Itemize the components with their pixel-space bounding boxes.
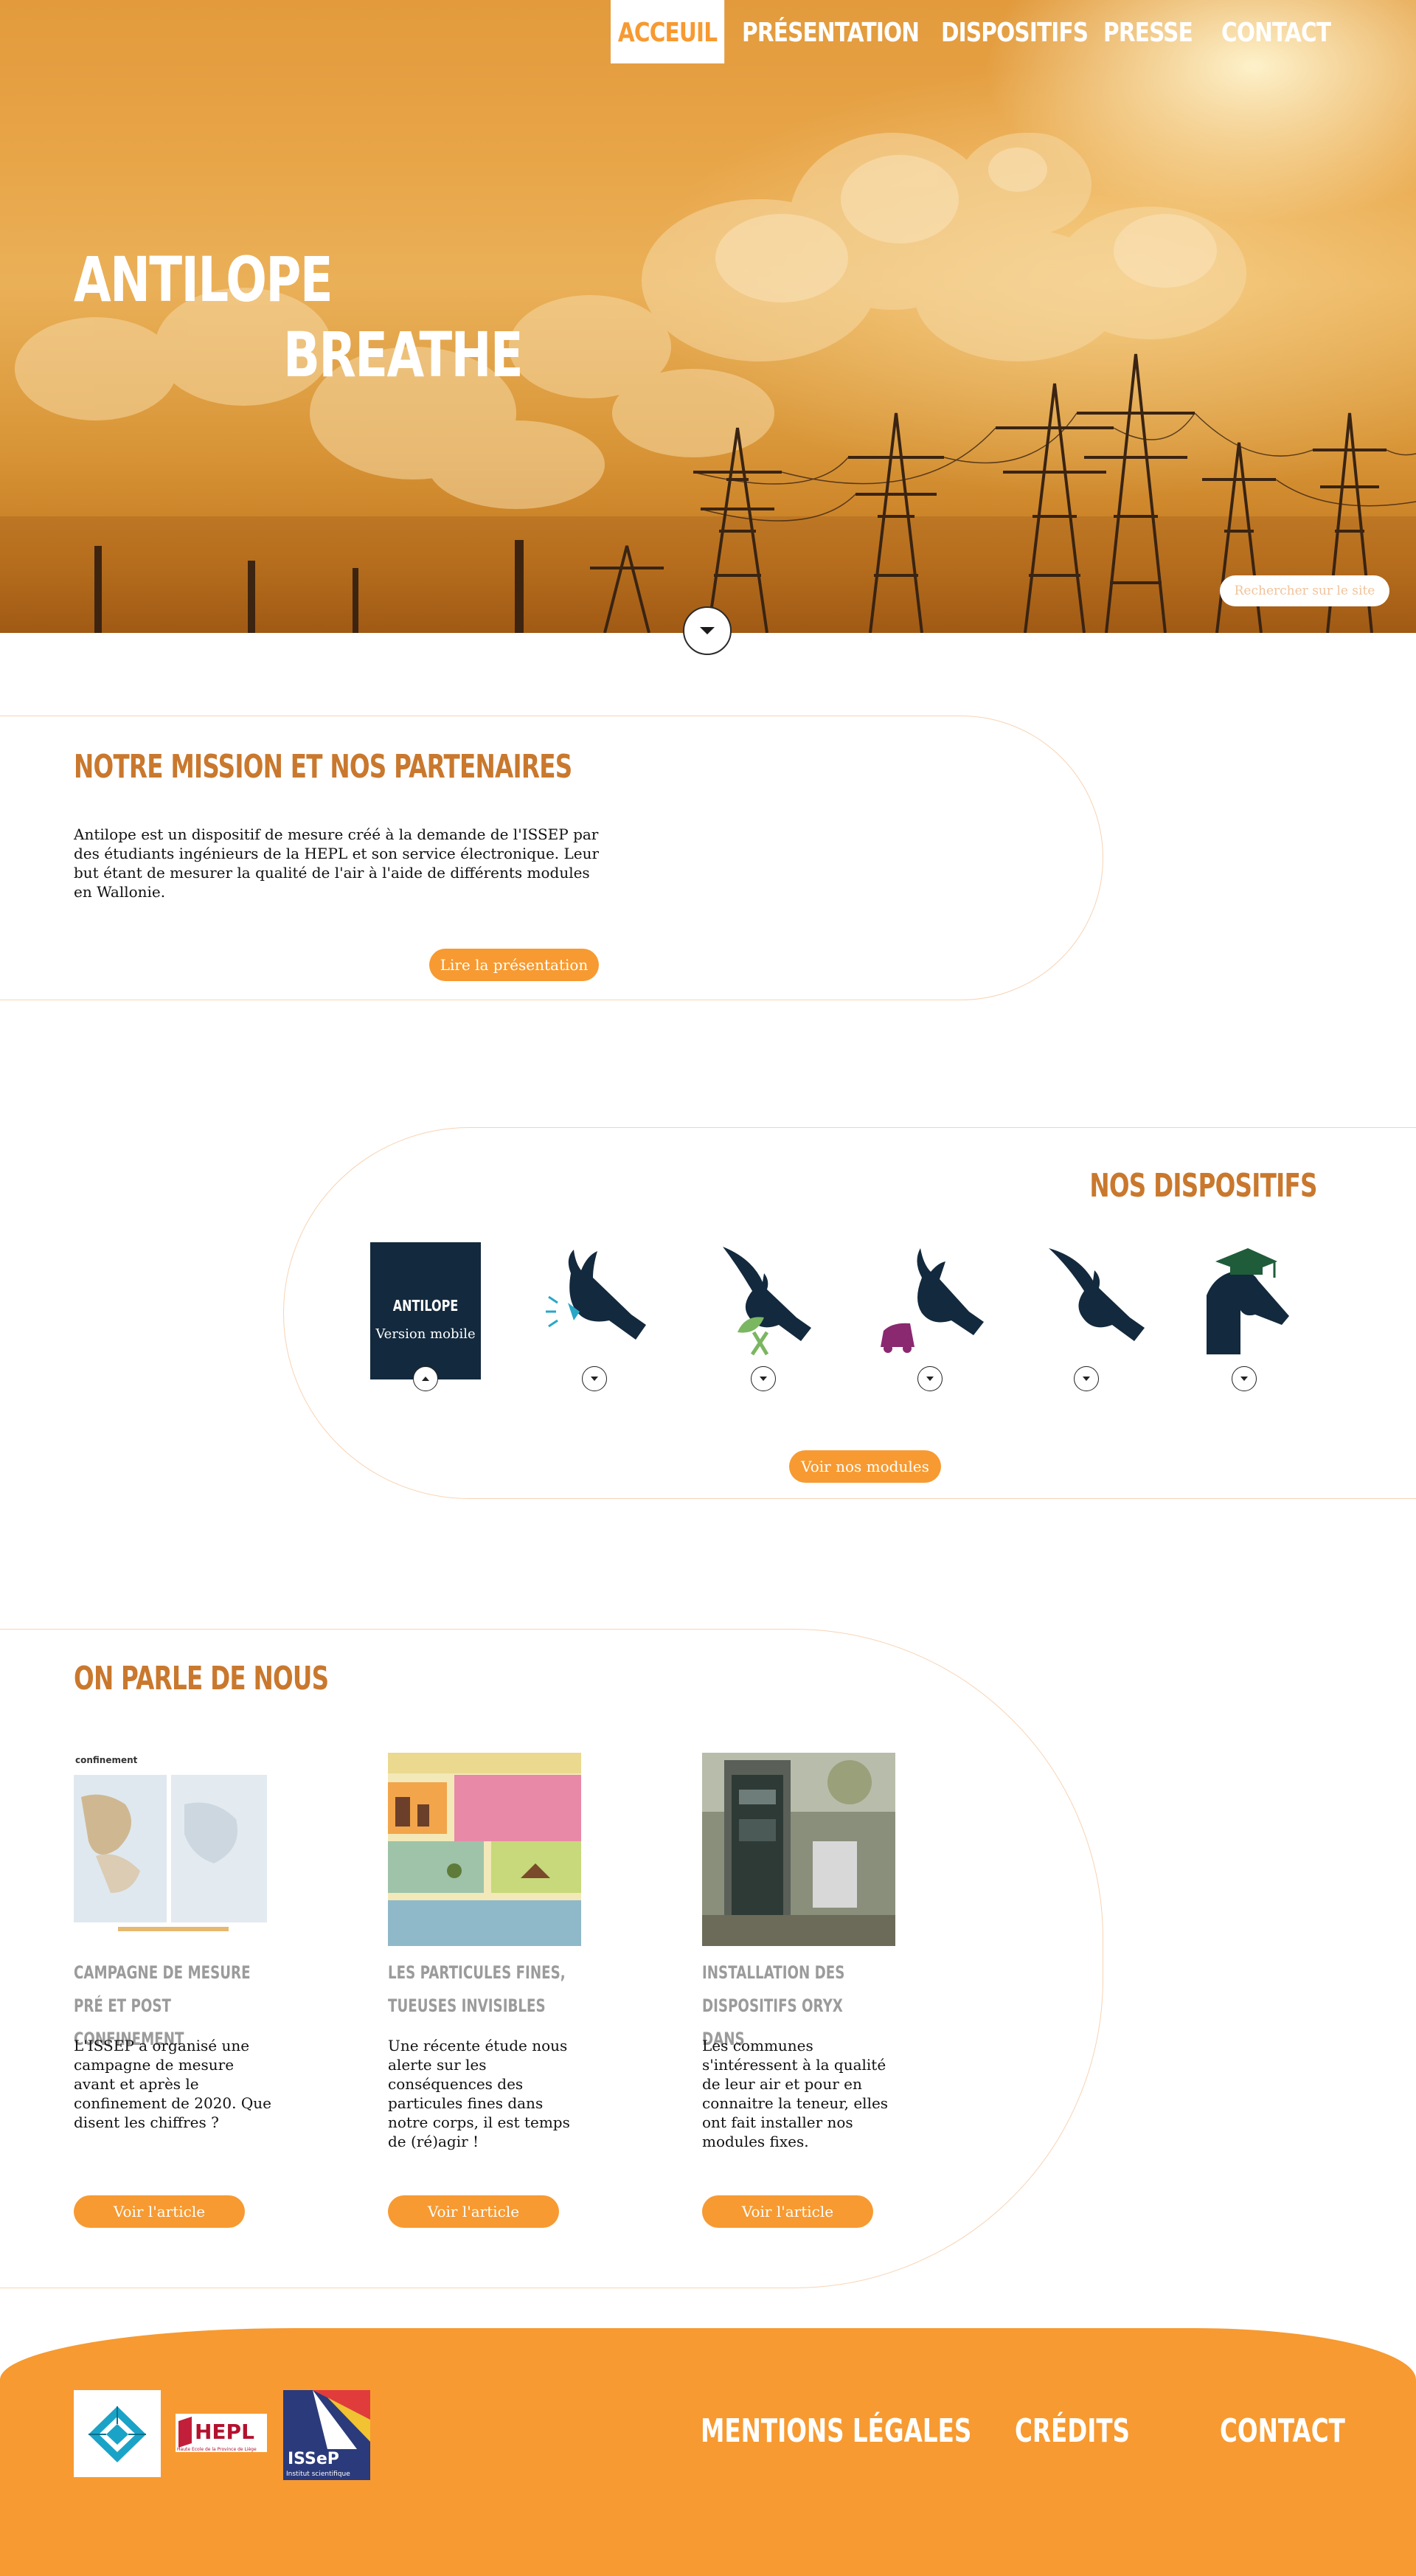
footer-link-contact[interactable]: CONTACT <box>1220 2412 1345 2450</box>
footer-link-legal[interactable]: MENTIONS LÉGALES <box>701 2412 971 2450</box>
nav-item-contact[interactable]: CONTACT <box>1221 0 1331 63</box>
view-article-button[interactable]: Voir l'article <box>388 2195 559 2228</box>
article-image-oryx-installation <box>702 1753 895 1946</box>
mission-title: NOTRE MISSION ET NOS PARTENAIRES <box>74 748 572 786</box>
issep-logo[interactable]: ISSeP Institut scientifique <box>283 2390 370 2480</box>
svg-text:Institut scientifique: Institut scientifique <box>286 2471 350 2478</box>
chevron-down-icon <box>926 1377 934 1381</box>
article-title[interactable]: LES PARTICULES FINES, TUEUSES INVISIBLES <box>388 1956 573 2023</box>
article-excerpt: L'ISSEP a organisé une campagne de mesur… <box>74 2037 271 2131</box>
expand-module-button[interactable] <box>751 1366 776 1391</box>
press-title: ON PARLE DE NOUS <box>74 1660 329 1697</box>
svg-text:ISSeP: ISSeP <box>288 2450 339 2468</box>
chevron-up-icon <box>422 1377 429 1381</box>
card-subtitle: Version mobile <box>375 1326 476 1342</box>
hepl-logo[interactable]: HEPL Haute Ecole de la Province de Liège <box>176 2414 267 2452</box>
antelope-graduate-icon[interactable] <box>1201 1244 1319 1362</box>
article-excerpt: Les communes s'intéressent à la qualité … <box>702 2037 889 2150</box>
svg-text:Haute Ecole de la Province de: Haute Ecole de la Province de Liège <box>177 2447 257 2452</box>
nav-item-accueil[interactable]: ACCEUIL <box>611 0 725 63</box>
antelope-megaphone-icon[interactable] <box>535 1244 653 1362</box>
expand-module-button[interactable] <box>582 1366 607 1391</box>
chevron-down-icon <box>700 627 715 634</box>
svg-text:HEPL: HEPL <box>195 2420 254 2444</box>
view-modules-button[interactable]: Voir nos modules <box>789 1450 941 1483</box>
oryx-icon[interactable] <box>1041 1244 1159 1362</box>
chevron-down-icon <box>1240 1377 1248 1381</box>
expand-module-button[interactable] <box>917 1366 943 1391</box>
scroll-down-button[interactable] <box>683 606 732 655</box>
hero-banner: ACCEUIL PRÉSENTATION DISPOSITIFS PRESSE … <box>0 0 1416 633</box>
nav-item-presentation[interactable]: PRÉSENTATION <box>742 0 920 63</box>
article-image-caption: confinement <box>75 1755 138 1765</box>
view-article-button[interactable]: Voir l'article <box>702 2195 873 2228</box>
hero-title-line2: BREATHE <box>283 319 524 391</box>
nav-item-dispositifs[interactable]: DISPOSITIFS <box>941 0 1089 63</box>
nav-item-presse[interactable]: PRESSE <box>1103 0 1193 63</box>
hero-title-line1: ANTILOPE <box>74 243 333 316</box>
search-input[interactable] <box>1220 575 1389 606</box>
expand-card-button[interactable] <box>413 1366 438 1391</box>
chevron-down-icon <box>760 1377 767 1381</box>
card-title: ANTILOPE <box>392 1297 459 1315</box>
partner-logo-circuit[interactable] <box>74 2390 161 2477</box>
article-excerpt: Une récente étude nous alerte sur les co… <box>388 2037 570 2150</box>
chevron-down-icon <box>1083 1377 1090 1381</box>
footer-link-credits[interactable]: CRÉDITS <box>1015 2412 1130 2450</box>
industrial-landscape-illustration <box>0 133 1416 633</box>
article-image-particles-infographic <box>388 1753 581 1946</box>
mission-text: Antilope est un dispositif de mesure cré… <box>74 825 600 901</box>
antilope-mobile-card[interactable]: ANTILOPE Version mobile <box>370 1242 481 1379</box>
antelope-car-icon[interactable] <box>878 1244 996 1362</box>
expand-module-button[interactable] <box>1074 1366 1099 1391</box>
view-article-button[interactable]: Voir l'article <box>74 2195 245 2228</box>
article-image-confinement-maps: confinement <box>74 1753 267 1946</box>
read-presentation-button[interactable]: Lire la présentation <box>429 949 599 981</box>
chevron-down-icon <box>591 1377 598 1381</box>
oryx-leaf-icon[interactable] <box>708 1244 826 1362</box>
devices-title: NOS DISPOSITIFS <box>1089 1167 1318 1205</box>
expand-module-button[interactable] <box>1232 1366 1257 1391</box>
